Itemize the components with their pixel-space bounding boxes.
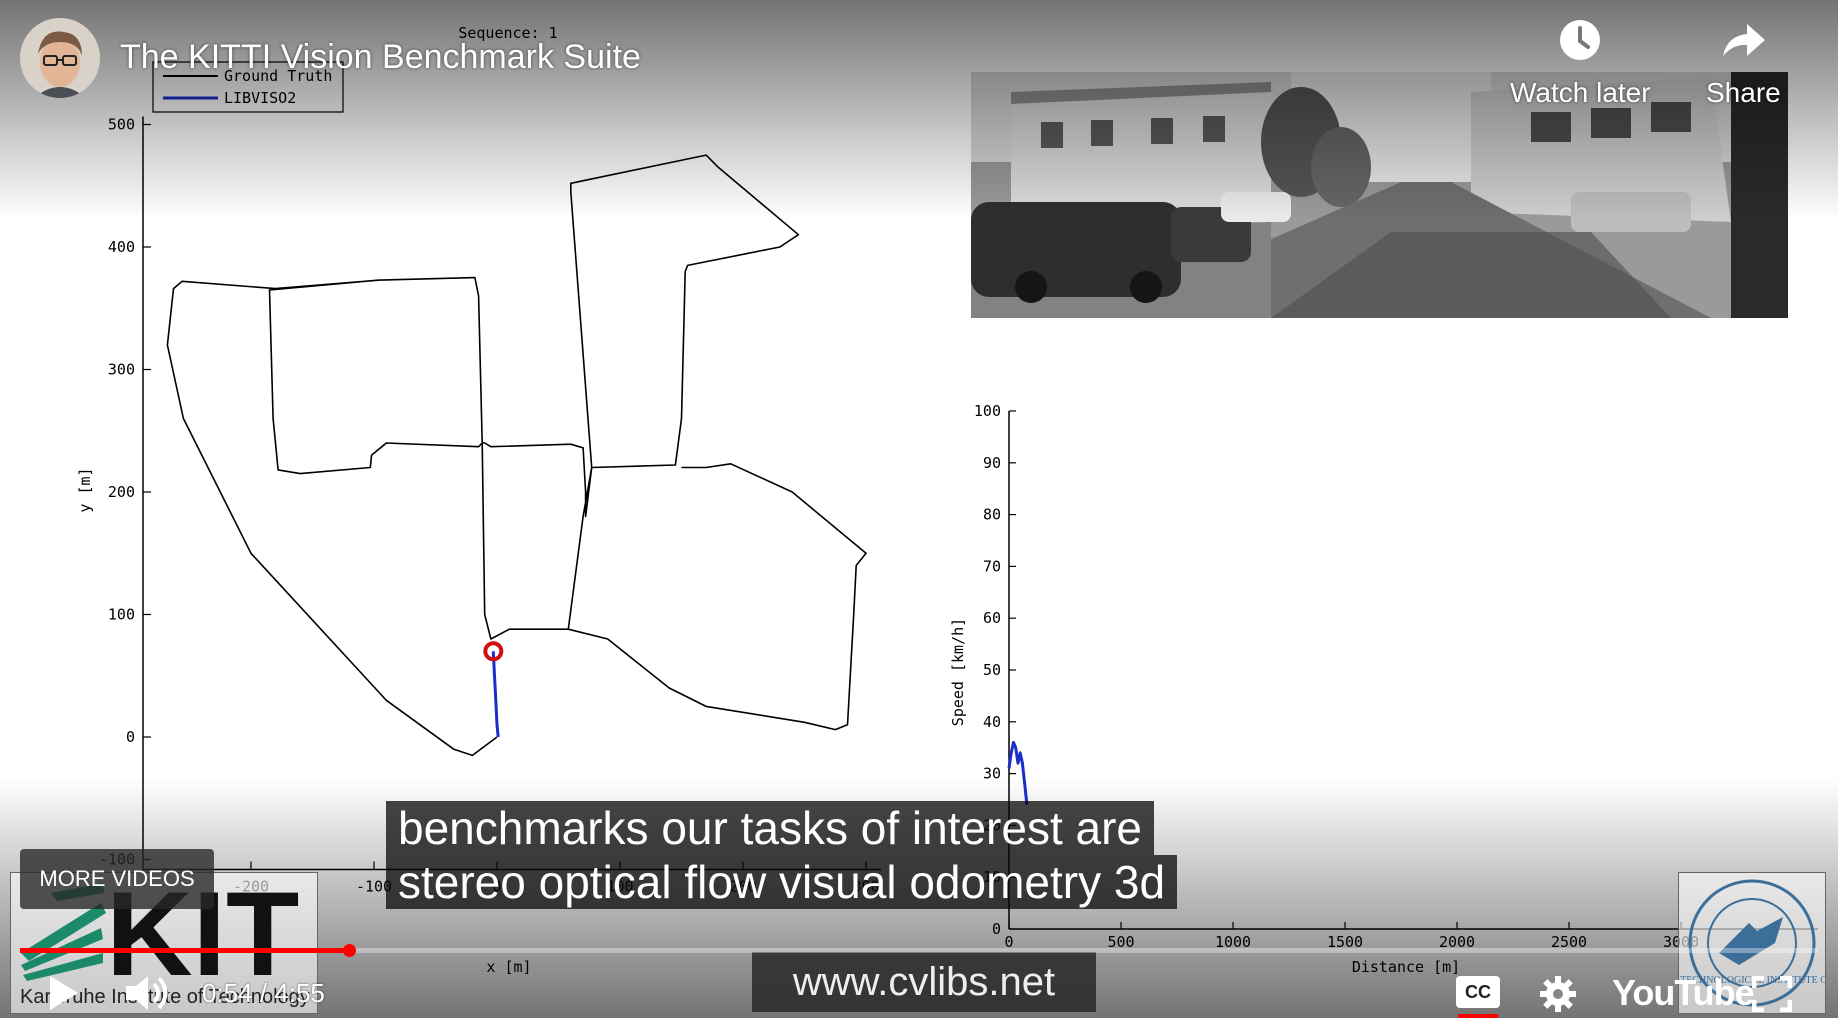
subtitle-line-2: stereo optical flow visual odometry 3d (386, 855, 1178, 909)
speed-y-label: Speed [km/h] (949, 618, 967, 726)
volume-icon (124, 976, 174, 1018)
speed-y-tick-label: 30 (983, 765, 1001, 783)
legend-label-libviso2: LIBVISO2 (224, 89, 296, 107)
trajectory-series-ground-truth (166, 154, 800, 757)
trajectory-y-tick-label: 400 (108, 238, 135, 256)
more-videos-button[interactable]: MORE VIDEOS (20, 849, 214, 909)
video-player[interactable]: -1000100200300400500-200-1000100200300x … (0, 0, 1838, 1018)
progress-scrubber[interactable] (343, 944, 357, 957)
fullscreen-button[interactable] (1751, 975, 1793, 1016)
trajectory-series-ground-truth (568, 463, 867, 731)
clock-icon (1558, 18, 1602, 69)
progress-bar[interactable] (20, 944, 1818, 957)
speed-y-tick-label: 90 (983, 454, 1001, 472)
video-title[interactable]: The KITTI Vision Benchmark Suite (120, 38, 641, 77)
play-icon (46, 976, 80, 1016)
youtube-logo-text: YouTube (1612, 972, 1755, 1013)
trajectory-x-label: x [m] (486, 958, 531, 976)
youtube-logo[interactable]: YouTube (1612, 972, 1755, 1014)
trajectory-y-label: y [m] (76, 467, 94, 512)
time-current: 0:54 (202, 978, 253, 1008)
watch-later-label: Watch later (1510, 77, 1651, 108)
gear-icon (1538, 976, 1578, 1018)
volume-button[interactable] (124, 972, 174, 1018)
progress-played (20, 948, 350, 953)
subtitle-line-1: benchmarks our tasks of interest are (386, 801, 1154, 855)
avatar[interactable] (20, 18, 100, 98)
trajectory-y-tick-label: 200 (108, 483, 135, 501)
speed-y-tick-label: 40 (983, 713, 1001, 731)
speed-y-tick-label: 60 (983, 609, 1001, 627)
speed-x-label: Distance [m] (1352, 958, 1460, 976)
settings-button[interactable] (1538, 974, 1578, 1018)
speed-y-tick-label: 70 (983, 557, 1001, 575)
time-total: 4:55 (274, 978, 325, 1008)
share-label: Share (1706, 77, 1781, 108)
share-arrow-icon (1719, 18, 1767, 69)
time-display: 0:54 / 4:55 (202, 978, 325, 1009)
trajectory-y-tick-label: 300 (108, 361, 135, 379)
captions-button[interactable]: CC (1456, 976, 1500, 1018)
trajectory-y-tick-label: 100 (108, 606, 135, 624)
captions-active-indicator (1458, 1014, 1498, 1018)
watch-later-button[interactable]: Watch later (1510, 18, 1651, 109)
url-banner: www.cvlibs.net (752, 952, 1096, 1012)
camera-frame-image (971, 72, 1788, 318)
fullscreen-icon (1751, 975, 1793, 1016)
cc-icon: CC (1456, 976, 1500, 1008)
trajectory-y-tick-label: 500 (108, 116, 135, 134)
speed-y-tick-label: 80 (983, 506, 1001, 524)
speed-y-tick-label: 100 (974, 402, 1001, 420)
time-separator: / (252, 978, 275, 1008)
trajectory-series-libviso2 (491, 651, 500, 738)
subtitle-captions: benchmarks our tasks of interest are ste… (386, 801, 1178, 909)
speed-y-tick-label: 50 (983, 661, 1001, 679)
speed-y-tick-label: 0 (992, 920, 1001, 938)
play-button[interactable] (46, 974, 80, 1016)
share-button[interactable]: Share (1706, 18, 1781, 109)
trajectory-y-tick-label: 0 (126, 728, 135, 746)
